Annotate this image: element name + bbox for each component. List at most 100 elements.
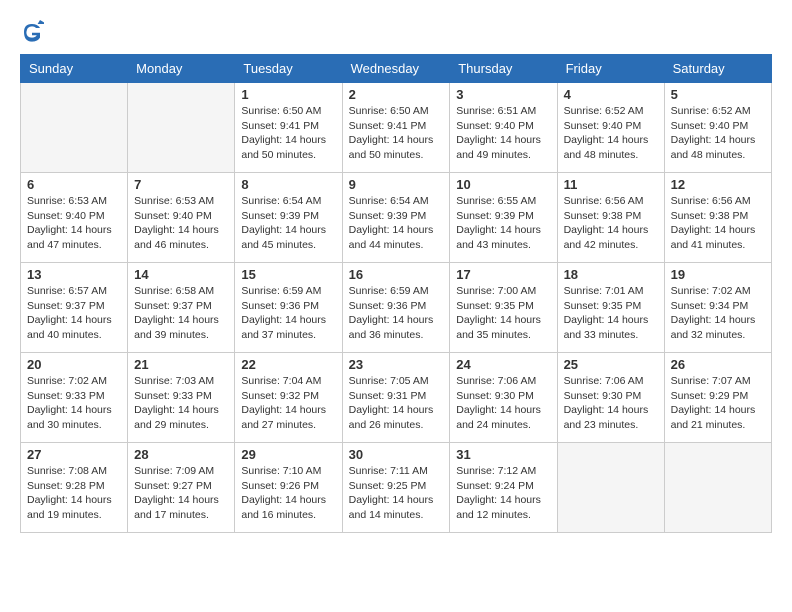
cell-info: Sunrise: 7:08 AMSunset: 9:28 PMDaylight:… — [27, 464, 121, 523]
calendar-day-header: Wednesday — [342, 55, 450, 83]
calendar-cell: 20Sunrise: 7:02 AMSunset: 9:33 PMDayligh… — [21, 353, 128, 443]
calendar-cell: 7 Sunrise: 6:53 AMSunset: 9:40 PMDaylight… — [128, 173, 235, 263]
calendar-cell: 22 Sunrise: 7:04 AMSunset: 9:32 PMDayligh… — [235, 353, 342, 443]
cell-info: Sunrise: 6:54 AMSunset: 9:39 PMDaylight:… — [349, 194, 444, 253]
cell-info: Sunrise: 7:12 AMSunset: 9:24 PMDaylight:… — [456, 464, 550, 523]
cell-info: Sunrise: 7:04 AMSunset: 9:32 PMDaylight:… — [241, 374, 335, 433]
calendar-cell — [21, 83, 128, 173]
calendar-cell: 24 Sunrise: 7:06 AMSunset: 9:30 PMDayligh… — [450, 353, 557, 443]
calendar-cell: 1 Sunrise: 6:50 AMSunset: 9:41 PMDaylight… — [235, 83, 342, 173]
day-number: 22 — [241, 357, 335, 372]
cell-info: Sunrise: 6:53 AMSunset: 9:40 PMDaylight:… — [134, 194, 228, 253]
cell-info: Sunrise: 6:59 AMSunset: 9:36 PMDaylight:… — [241, 284, 335, 343]
day-number: 8 — [241, 177, 335, 192]
calendar-cell: 21 Sunrise: 7:03 AMSunset: 9:33 PMDayligh… — [128, 353, 235, 443]
day-number: 18 — [564, 267, 658, 282]
day-number: 23 — [349, 357, 444, 372]
cell-info: Sunrise: 6:52 AMSunset: 9:40 PMDaylight:… — [564, 104, 658, 163]
calendar-cell: 5 Sunrise: 6:52 AMSunset: 9:40 PMDaylight… — [664, 83, 771, 173]
cell-info: Sunrise: 6:57 AMSunset: 9:37 PMDaylight:… — [27, 284, 121, 343]
day-number: 21 — [134, 357, 228, 372]
calendar-cell: 19 Sunrise: 7:02 AMSunset: 9:34 PMDayligh… — [664, 263, 771, 353]
calendar-cell: 28 Sunrise: 7:09 AMSunset: 9:27 PMDayligh… — [128, 443, 235, 533]
calendar-week-row: 13Sunrise: 6:57 AMSunset: 9:37 PMDayligh… — [21, 263, 772, 353]
cell-info: Sunrise: 7:02 AMSunset: 9:34 PMDaylight:… — [671, 284, 765, 343]
calendar-cell: 6 Sunrise: 6:53 AMSunset: 9:40 PMDaylight… — [21, 173, 128, 263]
cell-info: Sunrise: 7:00 AMSunset: 9:35 PMDaylight:… — [456, 284, 550, 343]
calendar-week-row: 27 Sunrise: 7:08 AMSunset: 9:28 PMDayligh… — [21, 443, 772, 533]
calendar-cell: 26Sunrise: 7:07 AMSunset: 9:29 PMDayligh… — [664, 353, 771, 443]
calendar-cell: 3 Sunrise: 6:51 AMSunset: 9:40 PMDaylight… — [450, 83, 557, 173]
cell-info: Sunrise: 6:50 AMSunset: 9:41 PMDaylight:… — [241, 104, 335, 163]
day-number: 14 — [134, 267, 228, 282]
calendar-cell: 13Sunrise: 6:57 AMSunset: 9:37 PMDayligh… — [21, 263, 128, 353]
calendar-cell — [557, 443, 664, 533]
calendar-cell: 23 Sunrise: 7:05 AMSunset: 9:31 PMDayligh… — [342, 353, 450, 443]
day-number: 28 — [134, 447, 228, 462]
calendar-week-row: 1 Sunrise: 6:50 AMSunset: 9:41 PMDaylight… — [21, 83, 772, 173]
day-number: 5 — [671, 87, 765, 102]
cell-info: Sunrise: 7:05 AMSunset: 9:31 PMDaylight:… — [349, 374, 444, 433]
cell-info: Sunrise: 6:51 AMSunset: 9:40 PMDaylight:… — [456, 104, 550, 163]
cell-info: Sunrise: 6:54 AMSunset: 9:39 PMDaylight:… — [241, 194, 335, 253]
calendar-cell: 29Sunrise: 7:10 AMSunset: 9:26 PMDayligh… — [235, 443, 342, 533]
cell-info: Sunrise: 6:58 AMSunset: 9:37 PMDaylight:… — [134, 284, 228, 343]
cell-info: Sunrise: 7:09 AMSunset: 9:27 PMDaylight:… — [134, 464, 228, 523]
calendar-day-header: Sunday — [21, 55, 128, 83]
day-number: 4 — [564, 87, 658, 102]
cell-info: Sunrise: 7:01 AMSunset: 9:35 PMDaylight:… — [564, 284, 658, 343]
day-number: 27 — [27, 447, 121, 462]
calendar-cell: 12 Sunrise: 6:56 AMSunset: 9:38 PMDayligh… — [664, 173, 771, 263]
calendar-cell: 27 Sunrise: 7:08 AMSunset: 9:28 PMDayligh… — [21, 443, 128, 533]
cell-info: Sunrise: 7:03 AMSunset: 9:33 PMDaylight:… — [134, 374, 228, 433]
day-number: 11 — [564, 177, 658, 192]
calendar-week-row: 20Sunrise: 7:02 AMSunset: 9:33 PMDayligh… — [21, 353, 772, 443]
calendar-day-header: Thursday — [450, 55, 557, 83]
calendar-cell: 17 Sunrise: 7:00 AMSunset: 9:35 PMDayligh… — [450, 263, 557, 353]
day-number: 15 — [241, 267, 335, 282]
calendar-week-row: 6 Sunrise: 6:53 AMSunset: 9:40 PMDaylight… — [21, 173, 772, 263]
day-number: 31 — [456, 447, 550, 462]
calendar-cell: 16 Sunrise: 6:59 AMSunset: 9:36 PMDayligh… — [342, 263, 450, 353]
day-number: 19 — [671, 267, 765, 282]
cell-info: Sunrise: 7:06 AMSunset: 9:30 PMDaylight:… — [456, 374, 550, 433]
day-number: 10 — [456, 177, 550, 192]
cell-info: Sunrise: 6:56 AMSunset: 9:38 PMDaylight:… — [671, 194, 765, 253]
cell-info: Sunrise: 6:53 AMSunset: 9:40 PMDaylight:… — [27, 194, 121, 253]
calendar-cell: 14 Sunrise: 6:58 AMSunset: 9:37 PMDayligh… — [128, 263, 235, 353]
cell-info: Sunrise: 6:52 AMSunset: 9:40 PMDaylight:… — [671, 104, 765, 163]
cell-info: Sunrise: 6:56 AMSunset: 9:38 PMDaylight:… — [564, 194, 658, 253]
calendar-day-header: Friday — [557, 55, 664, 83]
calendar-day-header: Saturday — [664, 55, 771, 83]
calendar-cell: 11 Sunrise: 6:56 AMSunset: 9:38 PMDayligh… — [557, 173, 664, 263]
calendar-cell: 30 Sunrise: 7:11 AMSunset: 9:25 PMDayligh… — [342, 443, 450, 533]
calendar-cell: 2 Sunrise: 6:50 AMSunset: 9:41 PMDaylight… — [342, 83, 450, 173]
cell-info: Sunrise: 7:06 AMSunset: 9:30 PMDaylight:… — [564, 374, 658, 433]
calendar-cell: 10Sunrise: 6:55 AMSunset: 9:39 PMDayligh… — [450, 173, 557, 263]
day-number: 7 — [134, 177, 228, 192]
calendar-cell — [128, 83, 235, 173]
day-number: 16 — [349, 267, 444, 282]
day-number: 2 — [349, 87, 444, 102]
day-number: 24 — [456, 357, 550, 372]
page-header — [20, 20, 772, 44]
calendar-cell: 9 Sunrise: 6:54 AMSunset: 9:39 PMDaylight… — [342, 173, 450, 263]
cell-info: Sunrise: 6:59 AMSunset: 9:36 PMDaylight:… — [349, 284, 444, 343]
day-number: 26 — [671, 357, 765, 372]
cell-info: Sunrise: 6:50 AMSunset: 9:41 PMDaylight:… — [349, 104, 444, 163]
day-number: 17 — [456, 267, 550, 282]
cell-info: Sunrise: 7:11 AMSunset: 9:25 PMDaylight:… — [349, 464, 444, 523]
day-number: 1 — [241, 87, 335, 102]
day-number: 20 — [27, 357, 121, 372]
day-number: 6 — [27, 177, 121, 192]
cell-info: Sunrise: 7:10 AMSunset: 9:26 PMDaylight:… — [241, 464, 335, 523]
calendar-day-header: Monday — [128, 55, 235, 83]
logo — [20, 20, 48, 44]
day-number: 9 — [349, 177, 444, 192]
day-number: 30 — [349, 447, 444, 462]
calendar-cell: 31 Sunrise: 7:12 AMSunset: 9:24 PMDayligh… — [450, 443, 557, 533]
day-number: 12 — [671, 177, 765, 192]
calendar-cell: 8 Sunrise: 6:54 AMSunset: 9:39 PMDaylight… — [235, 173, 342, 263]
calendar-header-row: SundayMondayTuesdayWednesdayThursdayFrid… — [21, 55, 772, 83]
day-number: 3 — [456, 87, 550, 102]
